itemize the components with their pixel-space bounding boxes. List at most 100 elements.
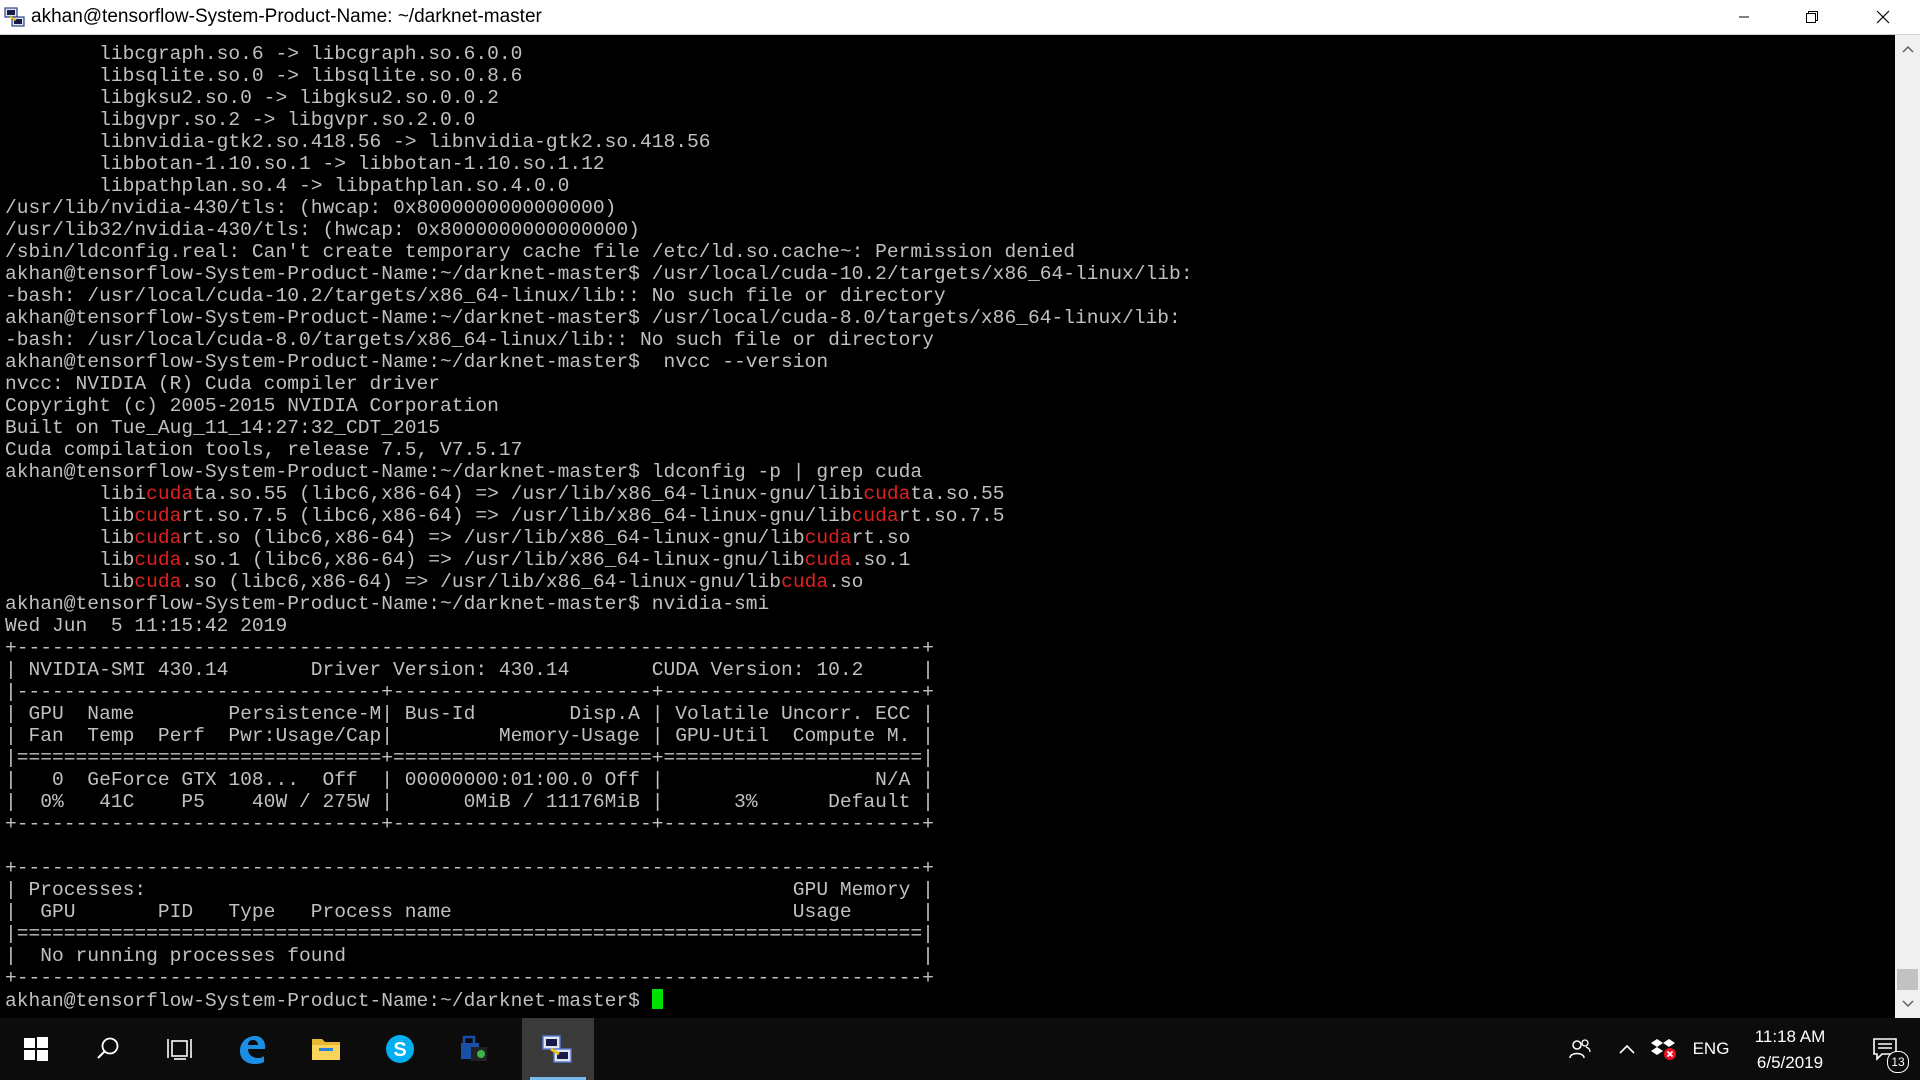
vertical-scrollbar[interactable] bbox=[1895, 35, 1920, 1018]
terminal-text-segment: libgvpr.so.2 -> libgvpr.so.2.0.0 bbox=[5, 109, 476, 131]
terminal-line: Built on Tue_Aug_11_14:27:32_CDT_2015 bbox=[5, 417, 1193, 439]
terminal-text-segment: lib bbox=[5, 505, 135, 527]
terminal-text-segment: akhan@tensorflow-System-Product-Name:~/d… bbox=[5, 263, 1193, 285]
chevron-up-icon bbox=[1901, 45, 1914, 53]
terminal-text-segment: | No running processes found | bbox=[5, 945, 934, 967]
grep-match-highlight: cuda bbox=[134, 549, 182, 571]
grep-match-highlight: cuda bbox=[134, 505, 182, 527]
close-icon bbox=[1876, 10, 1890, 24]
terminal-line: libpathplan.so.4 -> libpathplan.so.4.0.0 bbox=[5, 175, 1193, 197]
restore-button[interactable] bbox=[1778, 0, 1846, 34]
terminal-text-segment: +---------------------------------------… bbox=[5, 637, 934, 659]
terminal-text-segment: Cuda compilation tools, release 7.5, V7.… bbox=[5, 439, 523, 461]
clock[interactable]: 11:18 AM 6/5/2019 bbox=[1740, 1024, 1840, 1076]
minimize-button[interactable] bbox=[1710, 0, 1778, 34]
scroll-thumb[interactable] bbox=[1897, 969, 1918, 990]
close-button[interactable] bbox=[1846, 0, 1920, 34]
putty-window-icon[interactable] bbox=[4, 6, 26, 28]
terminal-text-segment: libpathplan.so.4 -> libpathplan.so.4.0.0 bbox=[5, 175, 570, 197]
terminal-text-segment: akhan@tensorflow-System-Product-Name:~/d… bbox=[5, 990, 652, 1012]
terminal-line: libcudart.so (libc6,x86-64) => /usr/lib/… bbox=[5, 527, 1193, 549]
terminal-text-segment: .so.1 bbox=[851, 549, 911, 571]
terminal-line: akhan@tensorflow-System-Product-Name:~/d… bbox=[5, 989, 1193, 1012]
grep-match-highlight: cuda bbox=[863, 483, 911, 505]
terminal-cursor bbox=[651, 989, 663, 1009]
grep-match-highlight: cuda bbox=[804, 527, 852, 549]
terminal-line: akhan@tensorflow-System-Product-Name:~/d… bbox=[5, 461, 1193, 483]
notification-count-badge: 13 bbox=[1887, 1051, 1909, 1073]
terminal-line: Wed Jun 5 11:15:42 2019 bbox=[5, 615, 1193, 637]
skype-icon: S bbox=[386, 1035, 414, 1063]
terminal-line: libcgraph.so.6 -> libcgraph.so.6.0.0 bbox=[5, 43, 1193, 65]
terminal-line: |=======================================… bbox=[5, 923, 1193, 945]
scroll-up-button[interactable] bbox=[1895, 35, 1920, 63]
terminal-output[interactable]: libcgraph.so.6 -> libcgraph.so.6.0.0 lib… bbox=[0, 35, 1895, 1018]
terminal-line: | 0% 41C P5 40W / 275W | 0MiB / 11176MiB… bbox=[5, 791, 1193, 813]
people-button[interactable] bbox=[1560, 1018, 1600, 1080]
grep-match-highlight: cuda bbox=[146, 483, 194, 505]
search-button[interactable] bbox=[72, 1018, 144, 1080]
terminal-text-segment: libi bbox=[5, 483, 147, 505]
terminal-text-segment: |===============================+=======… bbox=[5, 747, 934, 769]
terminal-line: | GPU PID Type Process name Usage | bbox=[5, 901, 1193, 923]
terminal-line: akhan@tensorflow-System-Product-Name:~/d… bbox=[5, 593, 1193, 615]
terminal-text-segment: lib bbox=[5, 571, 135, 593]
terminal-text-segment: ta.so.55 (libc6,x86-64) => /usr/lib/x86_… bbox=[193, 483, 864, 505]
terminal-line: libcuda.so.1 (libc6,x86-64) => /usr/lib/… bbox=[5, 549, 1193, 571]
taskbar-file-explorer[interactable] bbox=[290, 1018, 362, 1080]
start-button[interactable] bbox=[0, 1018, 72, 1080]
grep-match-highlight: cuda bbox=[851, 505, 899, 527]
terminal-text-segment: akhan@tensorflow-System-Product-Name:~/d… bbox=[5, 351, 829, 373]
terminal-text-segment: rt.so.7.5 (libc6,x86-64) => /usr/lib/x86… bbox=[181, 505, 852, 527]
taskbar-putty-active[interactable] bbox=[522, 1018, 594, 1080]
clock-date: 6/5/2019 bbox=[1756, 1053, 1824, 1072]
terminal-text-segment: |=======================================… bbox=[5, 923, 934, 945]
terminal-line: /sbin/ldconfig.real: Can't create tempor… bbox=[5, 241, 1193, 263]
taskbar-edge[interactable] bbox=[216, 1018, 288, 1080]
terminal-line: +---------------------------------------… bbox=[5, 857, 1193, 879]
terminal-line: |-------------------------------+-------… bbox=[5, 681, 1193, 703]
terminal-line: | NVIDIA-SMI 430.14 Driver Version: 430.… bbox=[5, 659, 1193, 681]
chevron-up-icon bbox=[1619, 1044, 1635, 1054]
terminal-line: |===============================+=======… bbox=[5, 747, 1193, 769]
terminal-text-segment: Copyright (c) 2005-2015 NVIDIA Corporati… bbox=[5, 395, 499, 417]
terminal-text-segment: -bash: /usr/local/cuda-8.0/targets/x86_6… bbox=[5, 329, 934, 351]
terminal-text-segment: rt.so.7.5 bbox=[898, 505, 1005, 527]
terminal-line: libcudart.so.7.5 (libc6,x86-64) => /usr/… bbox=[5, 505, 1193, 527]
terminal-text-segment: libgksu2.so.0 -> libgksu2.so.0.0.2 bbox=[5, 87, 499, 109]
taskbar: S ENG 11:18 AM 6/5/2019 13 bbox=[0, 1018, 1920, 1080]
terminal-text-segment: +---------------------------------------… bbox=[5, 857, 934, 879]
chevron-down-icon bbox=[1901, 1000, 1914, 1008]
task-view-button[interactable] bbox=[144, 1018, 216, 1080]
grep-match-highlight: cuda bbox=[804, 549, 852, 571]
terminal-line: libnvidia-gtk2.so.418.56 -> libnvidia-gt… bbox=[5, 131, 1193, 153]
terminal-line: -bash: /usr/local/cuda-8.0/targets/x86_6… bbox=[5, 329, 1193, 351]
svg-text:S: S bbox=[393, 1039, 406, 1061]
window-title-bar[interactable]: akhan@tensorflow-System-Product-Name: ~/… bbox=[0, 0, 1920, 35]
action-center-button[interactable]: 13 bbox=[1850, 1018, 1920, 1080]
restore-icon bbox=[1806, 11, 1818, 23]
task-view-icon bbox=[167, 1039, 192, 1060]
dropbox-tray-button[interactable] bbox=[1646, 1018, 1682, 1080]
terminal-text-segment: libsqlite.so.0 -> libsqlite.so.0.8.6 bbox=[5, 65, 523, 87]
terminal-text-segment: | GPU Name Persistence-M| Bus-Id Disp.A … bbox=[5, 703, 934, 725]
terminal-line: -bash: /usr/local/cuda-10.2/targets/x86_… bbox=[5, 285, 1193, 307]
scroll-down-button[interactable] bbox=[1895, 990, 1920, 1018]
show-hidden-icons-button[interactable] bbox=[1612, 1018, 1642, 1080]
terminal-line: libgksu2.so.0 -> libgksu2.so.0.0.2 bbox=[5, 87, 1193, 109]
terminal-line: +---------------------------------------… bbox=[5, 637, 1193, 659]
terminal-text-segment: | 0 GeForce GTX 108... Off | 00000000:01… bbox=[5, 769, 934, 791]
terminal-text-segment: akhan@tensorflow-System-Product-Name:~/d… bbox=[5, 307, 1181, 329]
terminal-text-segment: -bash: /usr/local/cuda-10.2/targets/x86_… bbox=[5, 285, 946, 307]
taskbar-app-store[interactable] bbox=[438, 1018, 510, 1080]
clock-time: 11:18 AM bbox=[1754, 1027, 1826, 1046]
terminal-text-segment: /usr/lib/nvidia-430/tls: (hwcap: 0x80000… bbox=[5, 197, 617, 219]
terminal-line: akhan@tensorflow-System-Product-Name:~/d… bbox=[5, 263, 1193, 285]
putty-icon bbox=[542, 1035, 572, 1063]
taskbar-skype[interactable]: S bbox=[364, 1018, 436, 1080]
terminal-line: | 0 GeForce GTX 108... Off | 00000000:01… bbox=[5, 769, 1193, 791]
terminal-text-segment: |-------------------------------+-------… bbox=[5, 681, 934, 703]
input-language[interactable]: ENG bbox=[1686, 1018, 1736, 1080]
minimize-icon bbox=[1739, 16, 1749, 18]
terminal-line: | GPU Name Persistence-M| Bus-Id Disp.A … bbox=[5, 703, 1193, 725]
